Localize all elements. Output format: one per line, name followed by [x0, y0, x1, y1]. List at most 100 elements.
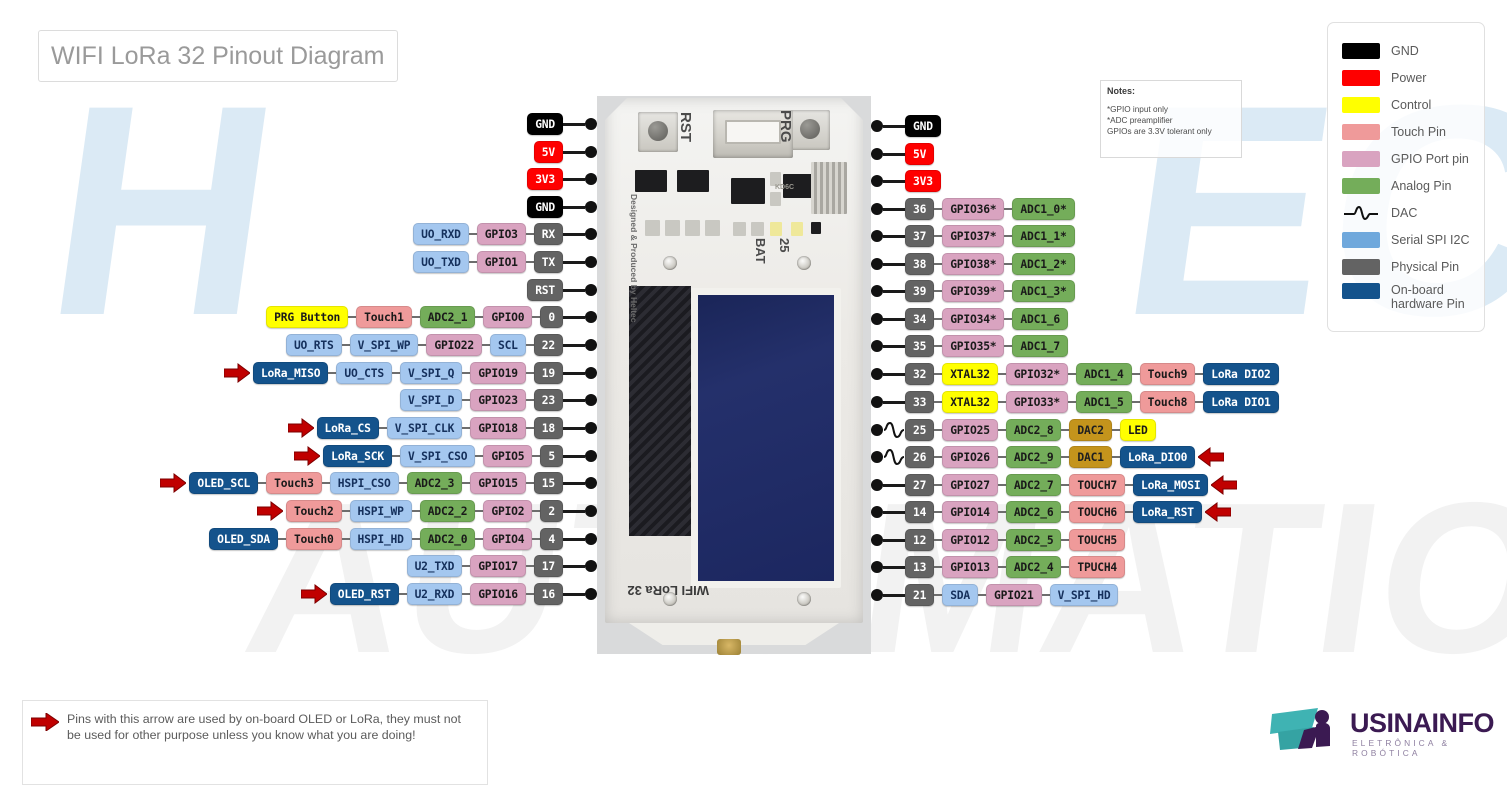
pin-chip[interactable]: ADC2_2 [419, 500, 476, 522]
pin-chip[interactable]: 22 [533, 334, 563, 356]
pin-chip[interactable]: GPIO39* [942, 280, 1005, 302]
pin-chip[interactable]: 23 [533, 389, 563, 411]
pin-chip[interactable]: 25 [905, 419, 935, 441]
pin-chip[interactable]: ADC1_7 [1012, 335, 1069, 357]
pin-chip[interactable]: ADC1_0* [1012, 198, 1075, 220]
pin-chip[interactable]: UO_RXD [413, 223, 469, 245]
pin-chip[interactable]: 38 [905, 253, 935, 275]
pin-chip[interactable]: UO_RTS [285, 334, 342, 356]
pin-chip[interactable]: SDA [942, 584, 979, 606]
pin-chip[interactable]: GND [527, 196, 563, 218]
pin-chip[interactable]: GPIO23 [470, 389, 526, 411]
pin-chip[interactable]: LoRa_MOSI [1133, 474, 1209, 496]
pin-chip[interactable]: HSPI_CSO [329, 472, 399, 494]
pin-chip[interactable]: 15 [533, 472, 563, 494]
pin-chip[interactable]: TX [533, 251, 563, 273]
pin-chip[interactable]: Touch9 [1139, 363, 1196, 385]
pin-chip[interactable]: V_SPI_WP [349, 334, 419, 356]
pin-chip[interactable]: Touch1 [356, 306, 412, 328]
pin-chip[interactable]: RX [533, 223, 563, 245]
pin-chip[interactable]: DAC2 [1069, 419, 1112, 441]
pin-chip[interactable]: DAC1 [1069, 446, 1112, 468]
pin-chip[interactable]: V_SPI_CSO [399, 445, 476, 467]
pin-chip[interactable]: ADC1_1* [1012, 225, 1075, 247]
pin-chip[interactable]: 2 [540, 500, 563, 522]
pin-chip[interactable]: 21 [905, 584, 935, 606]
pin-chip[interactable]: GPIO37* [942, 225, 1005, 247]
pin-chip[interactable]: 34 [905, 308, 935, 330]
pin-chip[interactable]: ADC2_0 [419, 528, 476, 550]
pin-chip[interactable]: 36 [905, 198, 935, 220]
pin-chip[interactable]: ADC2_5 [1005, 529, 1062, 551]
pin-chip[interactable]: ADC1_6 [1012, 308, 1069, 330]
pin-chip[interactable]: V_SPI_Q [399, 362, 463, 384]
pin-chip[interactable]: 0 [540, 306, 563, 328]
pin-chip[interactable]: LoRa_SCK [323, 445, 392, 467]
pin-chip[interactable]: 5V [905, 143, 935, 165]
pin-chip[interactable]: ADC1_5 [1076, 391, 1132, 413]
pin-chip[interactable]: GPIO33* [1005, 391, 1069, 413]
pin-chip[interactable]: GPIO16 [470, 583, 526, 605]
pin-chip[interactable]: OLED_RST [329, 583, 399, 605]
pin-chip[interactable]: OLED_SCL [189, 472, 259, 494]
pin-chip[interactable]: TOUCH5 [1069, 529, 1126, 551]
pin-chip[interactable]: GPIO18 [470, 417, 526, 439]
pin-chip[interactable]: U2_RXD [406, 583, 463, 605]
pin-chip[interactable]: GPIO4 [483, 528, 533, 550]
pin-chip[interactable]: GPIO3 [476, 223, 526, 245]
pin-chip[interactable]: TOUCH6 [1069, 501, 1126, 523]
pin-chip[interactable]: 26 [905, 446, 935, 468]
pin-chip[interactable]: U2_TXD [406, 555, 463, 577]
pin-chip[interactable]: GPIO34* [942, 308, 1005, 330]
pin-chip[interactable]: GPIO19 [470, 362, 526, 384]
pin-chip[interactable]: Touch3 [266, 472, 322, 494]
pin-chip[interactable]: V_SPI_D [399, 389, 463, 411]
pin-chip[interactable]: GPIO25 [942, 419, 998, 441]
pin-chip[interactable]: GPIO38* [942, 253, 1005, 275]
pin-chip[interactable]: 4 [540, 528, 563, 550]
pin-chip[interactable]: ADC2_9 [1005, 446, 1062, 468]
pin-chip[interactable]: 16 [533, 583, 563, 605]
pin-chip[interactable]: V_SPI_CLK [386, 417, 463, 439]
pin-chip[interactable]: GPIO14 [942, 501, 998, 523]
pin-chip[interactable]: 14 [905, 501, 935, 523]
pin-chip[interactable]: V_SPI_HD [1049, 584, 1119, 606]
pin-chip[interactable]: 32 [905, 363, 935, 385]
pin-chip[interactable]: 5V [533, 141, 563, 163]
pin-chip[interactable]: TOUCH7 [1069, 474, 1126, 496]
pin-chip[interactable]: ADC2_7 [1005, 474, 1062, 496]
pin-chip[interactable]: 3V3 [527, 168, 563, 190]
pin-chip[interactable]: ADC1_3* [1012, 280, 1075, 302]
pin-chip[interactable]: 13 [905, 556, 935, 578]
pin-chip[interactable]: 19 [533, 362, 563, 384]
pin-chip[interactable]: 33 [905, 391, 935, 413]
pin-chip[interactable]: 27 [905, 474, 935, 496]
pin-chip[interactable]: HSPI_HD [349, 528, 412, 550]
pin-chip[interactable]: GPIO13 [942, 556, 998, 578]
pin-chip[interactable]: GPIO26 [942, 446, 998, 468]
pin-chip[interactable]: LoRa_MISO [252, 362, 329, 384]
pin-chip[interactable]: OLED_SDA [209, 528, 278, 550]
pin-chip[interactable]: RST [527, 279, 563, 301]
pin-chip[interactable]: ADC1_2* [1012, 253, 1075, 275]
pin-chip[interactable]: 3V3 [905, 170, 941, 192]
pin-chip[interactable]: Touch0 [285, 528, 342, 550]
pin-chip[interactable]: LoRa_CS [316, 417, 379, 439]
pin-chip[interactable]: LoRa_RST [1133, 501, 1202, 523]
pin-chip[interactable]: 18 [533, 417, 563, 439]
pin-chip[interactable]: SCL [489, 334, 526, 356]
pin-chip[interactable]: GPIO35* [942, 335, 1005, 357]
pin-chip[interactable]: GPIO17 [470, 555, 526, 577]
pin-chip[interactable]: GPIO12 [942, 529, 998, 551]
pin-chip[interactable]: GPIO15 [470, 472, 526, 494]
pin-chip[interactable]: UO_TXD [413, 251, 469, 273]
pin-chip[interactable]: ADC2_3 [406, 472, 463, 494]
pin-chip[interactable]: GPIO0 [483, 306, 533, 328]
pin-chip[interactable]: GPIO2 [483, 500, 533, 522]
pin-chip[interactable]: LED [1119, 419, 1156, 441]
pin-chip[interactable]: GND [905, 115, 941, 137]
pin-chip[interactable]: Touch2 [285, 500, 342, 522]
pin-chip[interactable]: ADC1_4 [1076, 363, 1132, 385]
pin-chip[interactable]: GPIO1 [476, 251, 526, 273]
pin-chip[interactable]: GPIO5 [483, 445, 533, 467]
